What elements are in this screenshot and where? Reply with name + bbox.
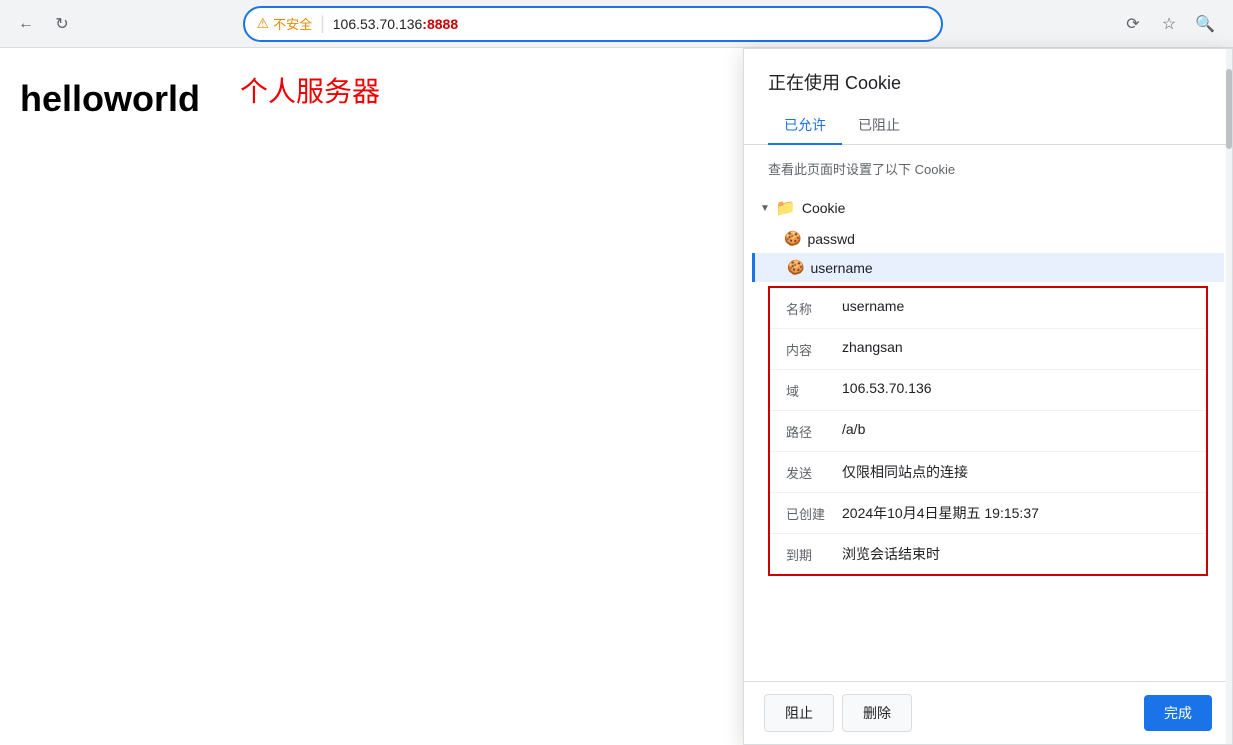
cookie-name-passwd: passwd <box>807 231 854 247</box>
detail-row-path: 路径 /a/b <box>770 411 1206 452</box>
detail-value-send: 仅限相同站点的连接 <box>842 462 1190 482</box>
detail-label-domain: 域 <box>786 380 842 400</box>
cookie-item-passwd[interactable]: 🍪 passwd <box>752 224 1224 253</box>
scrollbar-thumb[interactable] <box>1226 69 1232 149</box>
pipe-divider: | <box>320 13 325 34</box>
cookie-name-username: username <box>810 260 872 276</box>
cookie-icon-username: 🍪 <box>787 259 804 276</box>
server-label: 个人服务器 <box>240 70 380 110</box>
detail-label-path: 路径 <box>786 421 842 441</box>
detail-value-path: /a/b <box>842 421 1190 437</box>
detail-row-send: 发送 仅限相同站点的连接 <box>770 452 1206 493</box>
detail-value-content: zhangsan <box>842 339 1190 355</box>
popup-description: 查看此页面时设置了以下 Cookie <box>744 145 1232 192</box>
tab-allowed[interactable]: 已允许 <box>768 107 842 145</box>
detail-label-send: 发送 <box>786 462 842 482</box>
back-icon: ← <box>18 15 34 33</box>
detail-value-name: username <box>842 298 1190 314</box>
done-button[interactable]: 完成 <box>1144 695 1212 731</box>
warning-icon: ⚠ <box>257 15 270 32</box>
cookie-popup: 正在使用 Cookie 已允许 已阻止 查看此页面时设置了以下 Cookie ▼… <box>743 48 1233 745</box>
page-content: helloworld 个人服务器 正在使用 Cookie 已允许 已阻止 查看此… <box>0 48 1233 745</box>
cookie-icon-passwd: 🍪 <box>784 230 801 247</box>
back-button[interactable]: ← <box>12 10 40 38</box>
detail-row-created: 已创建 2024年10月4日星期五 19:15:37 <box>770 493 1206 534</box>
detail-row-domain: 域 106.53.70.136 <box>770 370 1206 411</box>
detail-value-created: 2024年10月4日星期五 19:15:37 <box>842 503 1190 523</box>
detail-label-created: 已创建 <box>786 503 842 523</box>
cookie-folder-label: Cookie <box>802 200 846 216</box>
browser-toolbar: ← ↻ ⚠ 不安全 | 106.53.70.136:8888 ⟳ ☆ 🔍 <box>0 0 1233 48</box>
page-title: helloworld <box>20 78 200 120</box>
popup-footer: 阻止 删除 完成 <box>744 681 1232 744</box>
block-button[interactable]: 阻止 <box>764 694 834 732</box>
cookie-details-panel: 名称 username 内容 zhangsan 域 106.53.70.136 … <box>768 286 1208 576</box>
popup-title: 正在使用 Cookie <box>744 49 1232 95</box>
detail-value-expires: 浏览会话结束时 <box>842 544 1190 564</box>
cookie-tree: ▼ 📁 Cookie 🍪 passwd 🍪 username 名 <box>744 192 1232 681</box>
triangle-icon: ▼ <box>760 203 770 214</box>
delete-button[interactable]: 删除 <box>842 694 912 732</box>
refresh-button[interactable]: ↻ <box>48 10 76 38</box>
security-warning: ⚠ 不安全 <box>257 14 313 33</box>
detail-label-content: 内容 <box>786 339 842 359</box>
detail-row-expires: 到期 浏览会话结束时 <box>770 534 1206 574</box>
search-button[interactable]: 🔍 <box>1189 8 1221 40</box>
bookmark-button[interactable]: ☆ <box>1153 8 1185 40</box>
toolbar-right: ⟳ ☆ 🔍 <box>1117 8 1221 40</box>
address-bar[interactable]: ⚠ 不安全 | 106.53.70.136:8888 <box>243 6 943 42</box>
detail-row-name: 名称 username <box>770 288 1206 329</box>
reload-icon: ⟳ <box>1126 14 1139 34</box>
cookie-item-username[interactable]: 🍪 username <box>752 253 1224 282</box>
detail-label-expires: 到期 <box>786 544 842 564</box>
cookie-folder-row[interactable]: ▼ 📁 Cookie <box>752 192 1224 224</box>
username-section: 🍪 username 名称 username 内容 zhangsan 域 <box>752 253 1224 576</box>
detail-value-domain: 106.53.70.136 <box>842 380 1190 396</box>
reload-icon-btn[interactable]: ⟳ <box>1117 8 1149 40</box>
detail-label-name: 名称 <box>786 298 842 318</box>
tab-blocked[interactable]: 已阻止 <box>842 107 916 145</box>
url-text: 106.53.70.136:8888 <box>333 16 929 32</box>
folder-icon: 📁 <box>776 198 796 218</box>
popup-tabs: 已允许 已阻止 <box>744 95 1232 145</box>
scrollbar[interactable] <box>1226 49 1232 744</box>
detail-row-content: 内容 zhangsan <box>770 329 1206 370</box>
search-icon: 🔍 <box>1195 14 1215 34</box>
star-icon: ☆ <box>1162 14 1176 34</box>
refresh-icon: ↻ <box>55 14 68 34</box>
